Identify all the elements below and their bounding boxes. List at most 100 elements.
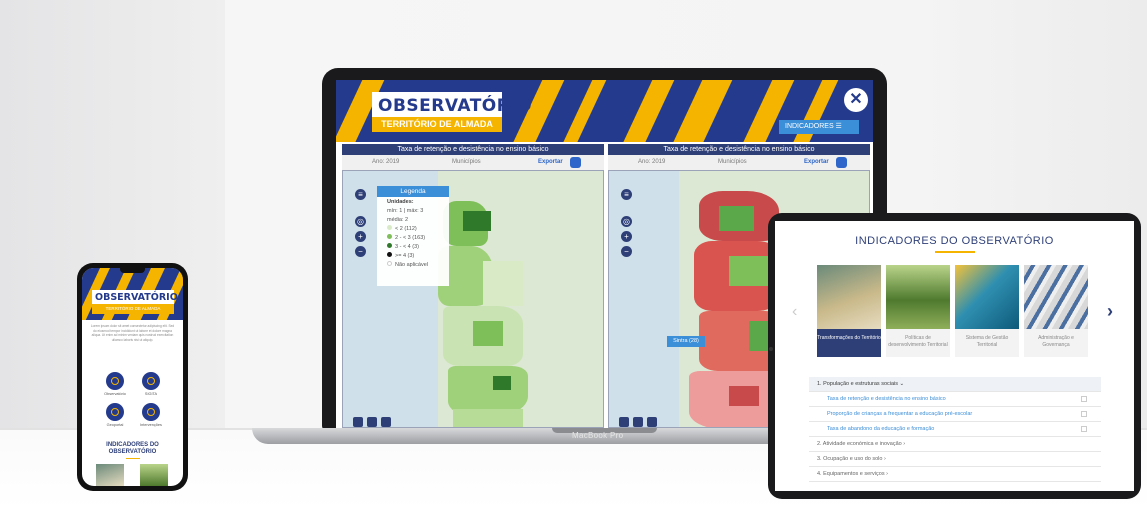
legend-units: Unidades: [387,199,414,205]
legend-item-label: < 2 (112) [395,226,417,232]
card-label: Administração e Governança [1024,329,1088,357]
zoom-in-icon[interactable]: + [355,231,366,242]
map-region [729,386,759,406]
interventions-icon[interactable] [142,403,160,421]
phone-screen: OBSERVATÓRIO TERRITÓRIO DE ALMADA Lorem … [82,268,183,486]
site-logo[interactable]: OBSERVATÓRIO TERRITÓRIO DE ALMADA [372,92,532,132]
decor-stripe [550,80,616,142]
indicator-card[interactable]: Transformações do Território [817,265,881,357]
export-button[interactable]: Exportar [538,159,563,165]
indicator-link[interactable]: Taxa de abandono da educação e formação [809,422,1101,437]
card-image [817,265,881,329]
indicator-thumbnail[interactable] [96,464,124,486]
page-title: INDICADORES DO OBSERVATÓRIO [855,235,1054,247]
indicator-card[interactable]: Sistema de Gestão Territorial [955,265,1019,357]
chevron-right-icon[interactable]: › [1107,301,1113,322]
scope-select[interactable]: Municípios [718,159,747,165]
accordion-section[interactable]: 2. Atividade económica e inovação › [809,437,1101,452]
map-sea [609,171,679,427]
close-button[interactable]: ✕ [844,88,868,112]
menu-icon[interactable]: ≡ [621,189,632,200]
accordion-section[interactable]: 3. Ocupação e uso do solo › [809,452,1101,467]
swatch-icon [387,261,392,266]
card-label: Transformações do Território [817,329,881,357]
card-image [1024,265,1088,329]
zoom-in-icon[interactable]: + [621,231,632,242]
geoportal-icon[interactable] [106,403,124,421]
camera-icon [769,347,773,351]
legend-item: >= 4 (3) [377,251,449,260]
intro-text: Lorem ipsum dolor sit amet consectetur a… [90,324,175,342]
icon-label: Intervenções [140,423,162,427]
icon-label: Geoportal [106,423,124,427]
map-tooltip: Sintra (28) [667,336,705,347]
map-bottom-controls [619,414,661,427]
share-icon[interactable] [367,417,377,427]
observatory-icon[interactable] [106,372,124,390]
panel-title: Taxa de retenção e desistência no ensino… [608,144,870,155]
map-panel-left: Taxa de retenção e desistência no ensino… [342,144,604,428]
fullscreen-icon[interactable] [619,417,629,427]
layers-icon[interactable]: ◎ [621,216,632,227]
map-region [719,206,754,231]
map-region [473,321,503,346]
indicator-card[interactable]: Políticas de desenvolvimento Territorial [886,265,950,357]
fullscreen-icon[interactable] [353,417,363,427]
legend-item-label: >= 4 (3) [395,253,415,259]
zoom-out-icon[interactable]: − [355,246,366,257]
choropleth-map[interactable]: ≡ ◎ + − Legenda Unidades: mín: 1 | máx: … [342,170,604,428]
legend-item: 2 - < 3 (163) [377,233,449,242]
map-region [493,376,511,390]
hero-banner: OBSERVATÓRIO TERRITÓRIO DE ALMADA ✕ INDI… [336,80,873,142]
accordion-section[interactable]: 4. Equipamentos e serviços › [809,467,1101,482]
print-icon[interactable] [647,417,657,427]
menu-icon[interactable]: ≡ [355,189,366,200]
card-label: Políticas de desenvolvimento Territorial [886,329,950,357]
accordion-section[interactable]: 1. População e estruturas sociais ⌄ [809,377,1101,392]
indicator-link[interactable]: Taxa de retenção e desistência no ensino… [809,392,1101,407]
indicator-label: Proporção de crianças a frequentar a edu… [827,411,973,417]
zoom-out-icon[interactable]: − [621,246,632,257]
title-underline [126,458,140,459]
indicator-card[interactable]: Administração e Governança [1024,265,1088,357]
logo-subtitle: TERRITÓRIO DE ALMADA [372,117,502,132]
export-icon[interactable] [570,157,581,168]
indicator-link[interactable]: Proporção de crianças a frequentar a edu… [809,407,1101,422]
sigita-icon[interactable] [142,372,160,390]
device-label: MacBook Pro [572,431,624,440]
logo-title: OBSERVATÓRIO [95,292,178,303]
scope-select[interactable]: Municípios [452,159,481,165]
icon-label: SIGITA [144,392,158,396]
map-region [483,261,523,306]
swatch-icon [387,252,392,257]
indicators-menu-button[interactable]: INDICADORES ☰ [779,120,859,134]
checkbox[interactable] [1081,426,1087,432]
phone-notch [120,268,145,273]
tablet-mockup: INDICADORES DO OBSERVATÓRIO ‹ Transforma… [768,213,1141,499]
chevron-left-icon[interactable]: ‹ [792,303,797,321]
print-icon[interactable] [381,417,391,427]
share-icon[interactable] [633,417,643,427]
site-logo[interactable]: OBSERVATÓRIO TERRITÓRIO DE ALMADA [92,290,178,314]
swatch-icon [387,243,392,248]
legend-item-label: 2 - < 3 (163) [395,235,426,241]
legend-item-label: 3 - < 4 (3) [395,244,419,250]
tablet-screen: INDICADORES DO OBSERVATÓRIO ‹ Transforma… [775,221,1134,491]
decor-stripe [660,80,742,142]
export-button[interactable]: Exportar [804,159,829,165]
layers-icon[interactable]: ◎ [355,216,366,227]
year-select[interactable]: Ano: 2019 [372,159,399,165]
logo-title: OBSERVATÓRIO [378,96,533,116]
checkbox[interactable] [1081,396,1087,402]
checkbox[interactable] [1081,411,1087,417]
panel-toolbar: Ano: 2019 Municípios Exportar [608,155,870,170]
legend-item-label: Não aplicável [395,262,429,268]
phone-mockup: OBSERVATÓRIO TERRITÓRIO DE ALMADA Lorem … [77,263,188,491]
year-select[interactable]: Ano: 2019 [638,159,665,165]
legend-title: Legenda [377,186,449,197]
legend-minmax: mín: 1 | máx: 3 [387,208,424,214]
export-icon[interactable] [836,157,847,168]
indicator-thumbnail[interactable] [140,464,168,486]
legend-item: Não aplicável [377,260,449,269]
card-label: Sistema de Gestão Territorial [955,329,1019,357]
